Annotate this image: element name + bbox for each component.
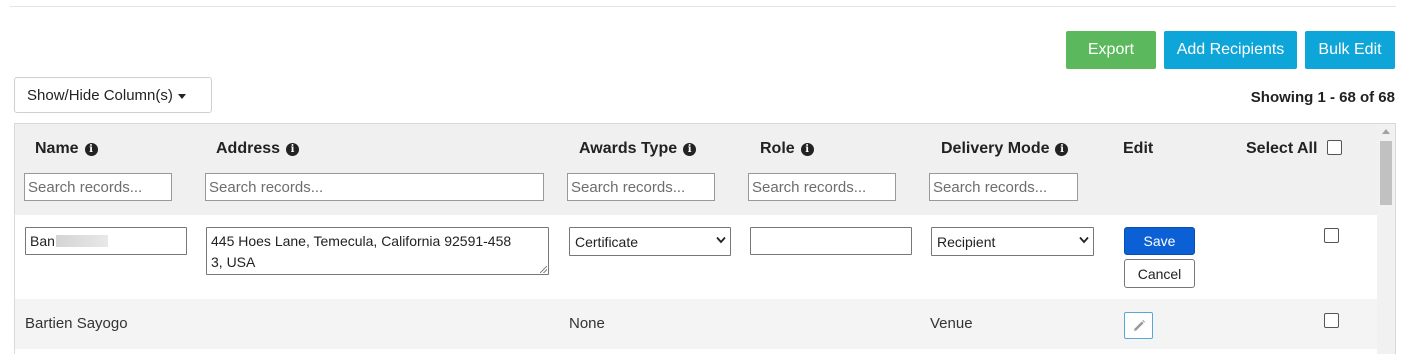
info-icon[interactable]: i	[683, 142, 697, 156]
cell-delivery-mode: Venue	[930, 315, 973, 332]
pencil-icon	[1133, 319, 1145, 331]
role-edit-input[interactable]	[750, 227, 912, 255]
column-header-delivery-mode[interactable]: Delivery Mode i	[941, 140, 1069, 158]
add-recipients-button[interactable]: Add Recipients	[1164, 31, 1297, 69]
column-header-address[interactable]: Address i	[216, 140, 300, 158]
row-select-checkbox[interactable]	[1324, 313, 1339, 328]
scrollbar-thumb[interactable]	[1380, 141, 1392, 205]
column-header-select-all: Select All	[1246, 140, 1343, 158]
table-header: Name i Address i Awards Type i Role i De…	[15, 124, 1377, 215]
info-icon[interactable]: i	[1055, 142, 1069, 156]
search-name-input[interactable]	[24, 173, 172, 201]
table-row: Bartien Sayogo None Venue	[15, 299, 1377, 349]
info-icon[interactable]: i	[84, 142, 98, 156]
export-button[interactable]: Export	[1066, 31, 1156, 69]
bulk-edit-button[interactable]: Bulk Edit	[1305, 31, 1395, 69]
cancel-button[interactable]: Cancel	[1124, 259, 1195, 288]
edit-row-button[interactable]	[1124, 312, 1153, 339]
chevron-down-icon	[1079, 236, 1089, 244]
cell-name: Bartien Sayogo	[25, 315, 128, 332]
recipients-table: Name i Address i Awards Type i Role i De…	[14, 123, 1396, 354]
info-icon[interactable]: i	[800, 142, 814, 156]
column-header-role[interactable]: Role i	[760, 140, 814, 158]
table-row-partial	[15, 349, 1377, 354]
pagination-summary: Showing 1 - 68 of 68	[1250, 89, 1395, 106]
delivery-mode-select[interactable]: Recipient	[931, 227, 1094, 256]
resize-handle-icon[interactable]	[540, 266, 547, 273]
save-button[interactable]: Save	[1124, 227, 1195, 255]
search-delivery-mode-input[interactable]	[929, 173, 1078, 201]
search-awards-type-input[interactable]	[567, 173, 715, 201]
scroll-up-arrow-icon[interactable]	[1382, 129, 1390, 134]
cell-awards-type: None	[569, 315, 605, 332]
search-role-input[interactable]	[748, 173, 896, 201]
chevron-down-icon	[716, 236, 726, 244]
column-header-edit: Edit	[1123, 140, 1154, 157]
name-edit-input[interactable]: Ban	[25, 227, 187, 255]
redacted-text	[55, 235, 108, 247]
info-icon[interactable]: i	[286, 142, 300, 156]
row-select-checkbox[interactable]	[1324, 228, 1339, 243]
top-divider	[10, 6, 1396, 7]
address-edit-textarea[interactable]: 445 Hoes Lane, Temecula, California 9259…	[206, 227, 549, 275]
select-all-checkbox[interactable]	[1327, 140, 1343, 155]
search-address-input[interactable]	[205, 173, 544, 201]
caret-down-icon	[177, 93, 186, 99]
column-header-awards-type[interactable]: Awards Type i	[579, 140, 697, 158]
awards-type-select[interactable]: Certificate	[569, 227, 731, 256]
show-hide-columns-dropdown[interactable]: Show/Hide Column(s)	[14, 77, 212, 113]
show-hide-columns-label: Show/Hide Column(s)	[27, 86, 173, 104]
column-header-name[interactable]: Name i	[35, 140, 98, 158]
table-scrollbar[interactable]	[1377, 124, 1395, 354]
